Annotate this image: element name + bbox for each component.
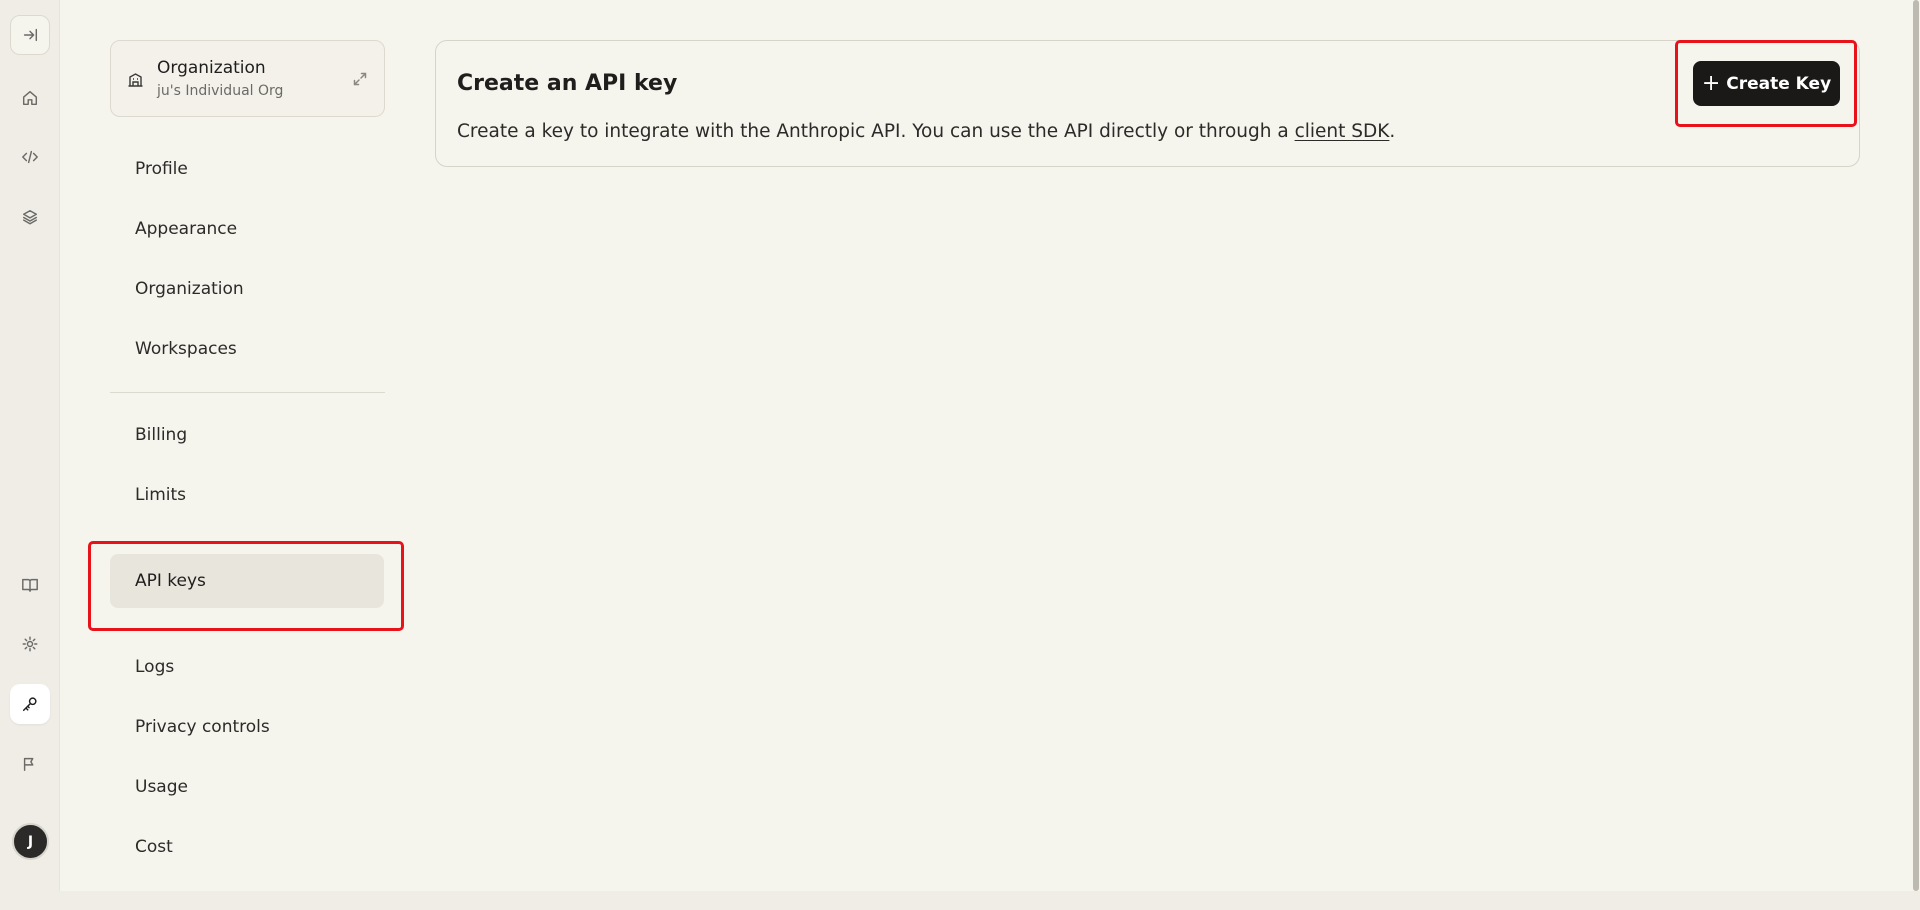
card-description: Create a key to integrate with the Anthr… [457, 121, 1395, 142]
nav-divider [110, 392, 385, 393]
code-icon[interactable] [10, 137, 50, 177]
organization-selector[interactable]: Organization ju's Individual Org [110, 40, 385, 117]
nav-item-usage[interactable]: Usage [110, 760, 384, 814]
nav-item-label: API keys [135, 571, 206, 591]
expand-icon[interactable] [352, 71, 368, 87]
nav-item-label: Logs [135, 657, 175, 677]
flag-icon[interactable] [10, 744, 50, 784]
nav-item-label: Workspaces [135, 339, 237, 359]
nav-item-cost[interactable]: Cost [110, 820, 384, 874]
building-icon [127, 71, 144, 88]
create-key-label: Create Key [1726, 73, 1832, 94]
nav-item-appearance[interactable]: Appearance [110, 202, 384, 256]
description-text: Create a key to integrate with the Anthr… [457, 121, 1295, 142]
nav-item-label: Cost [135, 837, 173, 857]
avatar[interactable]: J [12, 823, 49, 860]
description-suffix: . [1389, 121, 1396, 142]
create-key-button[interactable]: + Create Key [1693, 61, 1840, 106]
gear-icon[interactable] [10, 624, 50, 664]
plus-icon: + [1701, 70, 1721, 96]
nav-item-label: Organization [135, 279, 244, 299]
nav-item-label: Billing [135, 425, 188, 445]
nav-item-privacy-controls[interactable]: Privacy controls [110, 700, 384, 754]
org-subtitle: ju's Individual Org [157, 83, 284, 99]
collapse-sidebar-icon[interactable] [10, 15, 50, 55]
nav-item-workspaces[interactable]: Workspaces [110, 322, 384, 376]
nav-item-label: Limits [135, 485, 186, 505]
nav-item-label: Profile [135, 159, 188, 179]
home-icon[interactable] [10, 78, 50, 118]
scrollbar-thumb[interactable] [1913, 0, 1919, 891]
bottom-strip [0, 891, 1920, 910]
nav-item-limits[interactable]: Limits [110, 468, 384, 522]
card-title: Create an API key [457, 71, 678, 96]
client-sdk-link[interactable]: client SDK [1295, 121, 1390, 142]
create-api-key-card: Create an API key Create a key to integr… [435, 40, 1860, 167]
avatar-initial: J [27, 833, 34, 850]
nav-item-logs[interactable]: Logs [110, 640, 384, 694]
key-icon[interactable] [10, 684, 50, 724]
nav-item-label: Privacy controls [135, 717, 270, 737]
nav-item-organization[interactable]: Organization [110, 262, 384, 316]
nav-item-label: Appearance [135, 219, 238, 239]
org-title: Organization [157, 58, 266, 78]
scrollbar[interactable] [1912, 0, 1920, 891]
nav-item-label: Usage [135, 777, 188, 797]
icon-rail: J [0, 0, 60, 891]
nav-item-profile[interactable]: Profile [110, 142, 384, 196]
nav-item-billing[interactable]: Billing [110, 408, 384, 462]
layers-icon[interactable] [10, 197, 50, 237]
nav-item-api-keys[interactable]: API keys [110, 554, 384, 608]
book-icon[interactable] [10, 565, 50, 605]
